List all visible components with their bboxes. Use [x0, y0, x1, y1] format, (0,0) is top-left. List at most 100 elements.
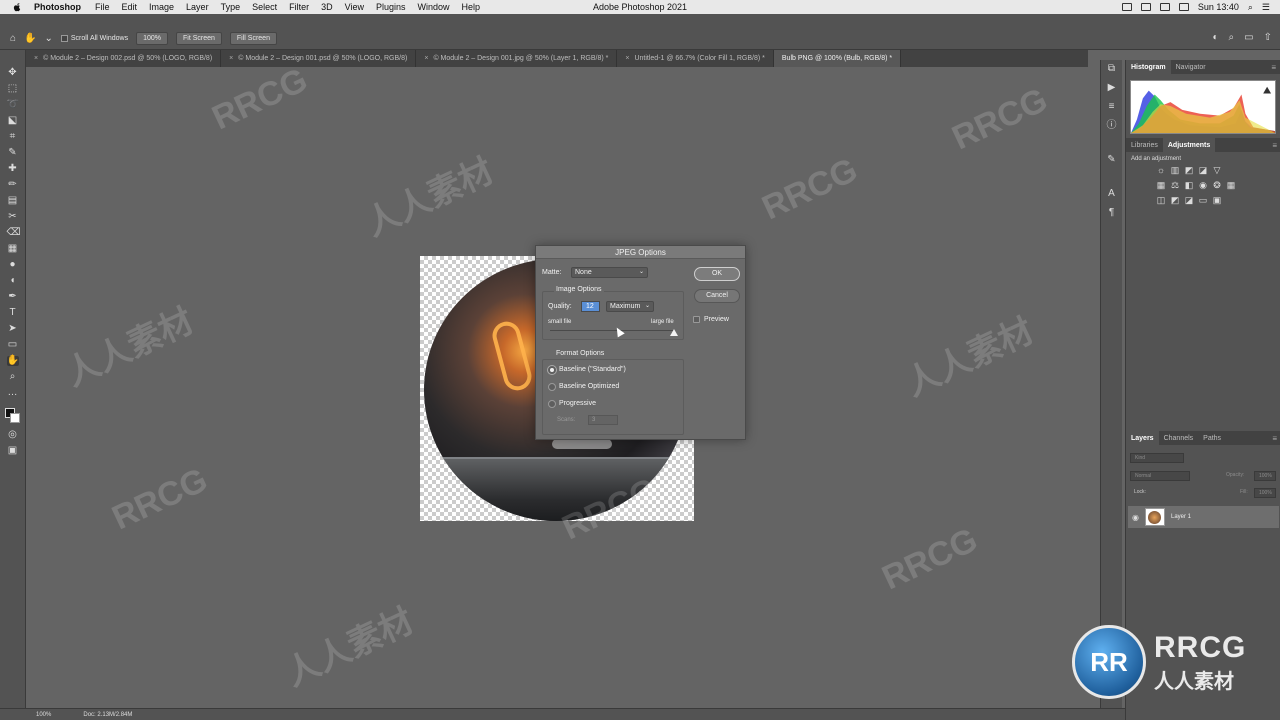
- quality-input[interactable]: 12: [581, 301, 600, 312]
- background-color-swatch[interactable]: [9, 413, 20, 423]
- exposure-icon[interactable]: ◪: [1198, 166, 1208, 175]
- menu-image[interactable]: Image: [149, 2, 174, 12]
- tab-histogram[interactable]: Histogram: [1126, 60, 1171, 74]
- share-user-icon[interactable]: ◐: [1213, 32, 1219, 43]
- clock[interactable]: Sun 13:40: [1198, 2, 1239, 12]
- info-icon[interactable]: ⓘ: [1107, 121, 1117, 131]
- tab-navigator[interactable]: Navigator: [1171, 60, 1211, 74]
- lasso-tool-icon[interactable]: ➰: [7, 100, 19, 110]
- eraser-tool-icon[interactable]: ⌫: [7, 228, 21, 238]
- color-lookup-icon[interactable]: ▦: [1226, 181, 1236, 190]
- matte-dropdown[interactable]: None ⌄: [571, 267, 648, 278]
- search-icon[interactable]: ⌕: [1229, 32, 1235, 43]
- more-tools-icon[interactable]: …: [7, 388, 19, 398]
- healing-brush-tool-icon[interactable]: ✚: [7, 164, 19, 174]
- app-menu[interactable]: Photoshop: [34, 2, 81, 12]
- panel-menu-icon[interactable]: ≡: [1272, 141, 1277, 150]
- photo-filter-icon[interactable]: ◉: [1198, 181, 1208, 190]
- tab-bulb-png[interactable]: Bulb PNG @ 100% (Bulb, RGB/8) *: [773, 50, 902, 67]
- shape-tool-icon[interactable]: ▭: [7, 340, 19, 350]
- menu-view[interactable]: View: [345, 2, 364, 12]
- workspace-icon[interactable]: ▭: [1244, 32, 1253, 43]
- menu-plugins[interactable]: Plugins: [376, 2, 406, 12]
- crop-tool-icon[interactable]: ⌗: [7, 132, 19, 142]
- color-swatches[interactable]: [4, 408, 21, 424]
- visibility-eye-icon[interactable]: ◉: [1132, 513, 1139, 522]
- preview-checkbox[interactable]: [693, 316, 700, 323]
- battery-icon[interactable]: [1159, 3, 1170, 11]
- tab-design-001-psd[interactable]: × © Module 2 – Design 001.psd @ 50% (LOGO…: [221, 50, 417, 67]
- baseline-standard-label[interactable]: Baseline ("Standard"): [559, 366, 626, 373]
- hand-tool-icon[interactable]: ✋: [6, 356, 19, 366]
- gradient-tool-icon[interactable]: ▦: [7, 244, 19, 254]
- gradient-map-icon[interactable]: ▭: [1198, 196, 1208, 205]
- tab-paths[interactable]: Paths: [1198, 431, 1226, 445]
- menu-type[interactable]: Type: [221, 2, 241, 12]
- cloud-icon[interactable]: [1140, 3, 1151, 11]
- close-icon[interactable]: ×: [34, 55, 38, 62]
- tab-channels[interactable]: Channels: [1159, 431, 1199, 445]
- preview-label[interactable]: Preview: [704, 316, 729, 323]
- history-brush-tool-icon[interactable]: ✂: [7, 212, 19, 222]
- quick-mask-icon[interactable]: ◎: [7, 430, 19, 440]
- menu-select[interactable]: Select: [252, 2, 277, 12]
- fill-screen-button[interactable]: Fill Screen: [229, 32, 277, 45]
- cancel-button[interactable]: Cancel: [694, 289, 740, 303]
- blur-tool-icon[interactable]: ●: [7, 260, 19, 270]
- progressive-label[interactable]: Progressive: [559, 400, 596, 407]
- dialog-title[interactable]: JPEG Options: [536, 246, 745, 259]
- brightness-contrast-icon[interactable]: ☼: [1156, 166, 1166, 175]
- panel-menu-icon[interactable]: ≡: [1272, 434, 1277, 443]
- baseline-optimized-radio[interactable]: [548, 383, 556, 391]
- levels-icon[interactable]: ▥: [1170, 166, 1180, 175]
- layer-kind-filter[interactable]: Kind: [1130, 453, 1184, 463]
- tab-libraries[interactable]: Libraries: [1126, 138, 1163, 152]
- history-icon[interactable]: ⧉: [1108, 64, 1115, 74]
- chevron-down-icon[interactable]: ⌄: [45, 33, 53, 44]
- zoom-readout[interactable]: 100%: [36, 712, 51, 718]
- quality-slider-thumb[interactable]: [670, 329, 678, 336]
- quality-slider-track[interactable]: [550, 330, 674, 331]
- character-icon[interactable]: A: [1108, 189, 1115, 199]
- threshold-icon[interactable]: ◪: [1184, 196, 1194, 205]
- layer-name[interactable]: Layer 1: [1171, 514, 1191, 520]
- screen-icon[interactable]: [1121, 3, 1132, 11]
- baseline-optimized-label[interactable]: Baseline Optimized: [559, 383, 619, 390]
- menu-edit[interactable]: Edit: [122, 2, 138, 12]
- screen-mode-icon[interactable]: ▣: [7, 446, 19, 456]
- menu-3d[interactable]: 3D: [321, 2, 333, 12]
- channel-mixer-icon[interactable]: ❂: [1212, 181, 1222, 190]
- properties-icon[interactable]: ≡: [1109, 102, 1115, 112]
- vibrance-icon[interactable]: ▽: [1212, 166, 1222, 175]
- pen-tool-icon[interactable]: ✒: [7, 292, 19, 302]
- black-white-icon[interactable]: ◧: [1184, 181, 1194, 190]
- menu-help[interactable]: Help: [462, 2, 481, 12]
- share-icon[interactable]: ⇧: [1264, 32, 1272, 43]
- menu-layer[interactable]: Layer: [186, 2, 209, 12]
- brush-settings-icon[interactable]: ✎: [1107, 155, 1115, 165]
- ok-button[interactable]: OK: [694, 267, 740, 281]
- marquee-tool-icon[interactable]: ⬚: [7, 84, 19, 94]
- tab-design-002-psd[interactable]: × © Module 2 – Design 002.psd @ 50% (LOGO…: [26, 50, 222, 67]
- progressive-radio[interactable]: [548, 400, 556, 408]
- menu-window[interactable]: Window: [418, 2, 450, 12]
- panel-menu-icon[interactable]: ≡: [1271, 63, 1276, 72]
- actions-icon[interactable]: ▶: [1108, 83, 1116, 93]
- eyedropper-tool-icon[interactable]: ✎: [7, 148, 19, 158]
- zoom-100-button[interactable]: 100%: [136, 32, 168, 45]
- selective-color-icon[interactable]: ▣: [1212, 196, 1222, 205]
- tab-adjustments[interactable]: Adjustments: [1162, 138, 1216, 152]
- home-icon[interactable]: ⌂: [10, 33, 16, 44]
- tab-design-001-jpg[interactable]: × © Module 2 – Design 001.jpg @ 50% (Laye…: [416, 50, 618, 67]
- spotlight-icon[interactable]: ⌕: [1248, 2, 1253, 13]
- control-center-icon[interactable]: ☰: [1262, 2, 1270, 13]
- wifi-icon[interactable]: [1178, 3, 1189, 11]
- brush-tool-icon[interactable]: ✏: [7, 180, 19, 190]
- path-select-tool-icon[interactable]: ➤: [7, 324, 19, 334]
- menu-filter[interactable]: Filter: [289, 2, 309, 12]
- close-icon[interactable]: ×: [424, 55, 428, 62]
- curves-icon[interactable]: ◩: [1184, 166, 1194, 175]
- layer-row[interactable]: ◉ Layer 1: [1128, 506, 1279, 528]
- tab-layers[interactable]: Layers: [1126, 431, 1159, 445]
- move-tool-icon[interactable]: ✥: [7, 68, 19, 78]
